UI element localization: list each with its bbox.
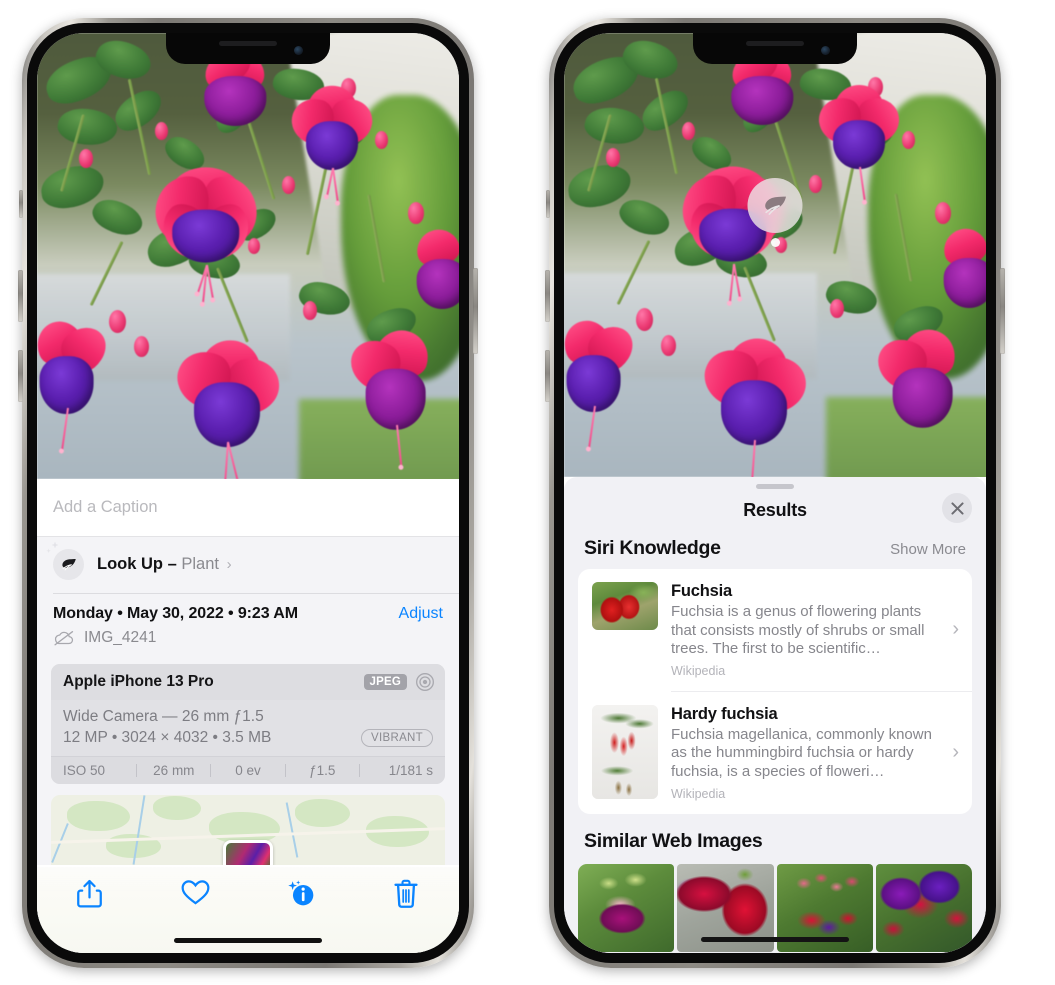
right-phone-screen: Results Siri Knowledge Show More Fuchsia…	[564, 33, 986, 953]
resolution-info: 12 MP • 3024 × 4032 • 3.5 MB	[63, 729, 272, 746]
badge-anchor-dot	[770, 238, 780, 247]
similar-web-images-title: Similar Web Images	[584, 829, 763, 852]
photo-metadata: Monday • May 30, 2022 • 9:23 AM Adjust I…	[37, 594, 459, 654]
look-up-subject: Plant	[181, 555, 219, 573]
notch-right	[693, 33, 857, 64]
results-sheet: Results Siri Knowledge Show More Fuchsia…	[564, 477, 986, 953]
exif-shutter: 1/181 s	[388, 763, 434, 778]
volume-up-left[interactable]	[18, 270, 23, 322]
result-description: Fuchsia is a genus of flowering plants t…	[671, 603, 925, 658]
photographic-style-badge: VIBRANT	[361, 729, 433, 747]
look-up-title: Look Up –	[97, 555, 177, 573]
photo-date: Monday • May 30, 2022 • 9:23 AM	[53, 605, 298, 622]
photo-viewer-right[interactable]	[564, 33, 986, 477]
aperture-icon	[416, 673, 434, 691]
photo-info-sheet: Add a Caption Look Up – Plant › Monday •…	[37, 479, 459, 953]
info-sparkle-icon	[288, 880, 314, 906]
share-icon	[77, 879, 103, 908]
chevron-right-icon[interactable]: ›	[227, 556, 232, 573]
pin-thumbnail	[226, 842, 270, 865]
front-camera-icon	[821, 46, 830, 55]
result-title: Fuchsia	[671, 582, 732, 600]
results-title: Results	[743, 499, 807, 520]
earpiece-speaker-icon	[219, 41, 277, 46]
fuchsia-photo	[564, 33, 986, 477]
mute-switch-left[interactable]	[19, 190, 23, 218]
volume-down-left[interactable]	[18, 350, 23, 402]
volume-up-right[interactable]	[545, 270, 550, 322]
show-more-button[interactable]: Show More	[890, 541, 966, 558]
results-header: Results	[564, 489, 986, 531]
look-up-row[interactable]: Look Up – Plant ›	[37, 537, 459, 593]
notch-left	[166, 33, 330, 64]
caption-input[interactable]: Add a Caption	[53, 498, 158, 517]
cloud-slash-icon	[54, 630, 74, 646]
exif-focal: 26 mm	[153, 763, 195, 778]
home-indicator[interactable]	[701, 937, 849, 942]
close-button[interactable]	[942, 493, 972, 523]
web-image-thumb[interactable]	[578, 863, 675, 952]
delete-button[interactable]	[354, 879, 460, 908]
lens-info: Wide Camera — 26 mm ƒ1.5	[63, 708, 264, 725]
photo-location-pin[interactable]	[223, 839, 273, 865]
trash-icon	[394, 879, 418, 908]
caption-row[interactable]: Add a Caption	[37, 479, 459, 537]
result-description: Fuchsia magellanica, commonly known as t…	[671, 725, 932, 780]
sparkle-icon	[46, 541, 59, 553]
close-icon	[950, 501, 964, 515]
exif-ev: 0 ev	[235, 763, 261, 778]
siri-knowledge-title: Siri Knowledge	[584, 537, 721, 559]
list-item[interactable]: Hardy fuchsia Fuchsia magellanica, commo…	[578, 692, 972, 814]
fuchsia-photo	[37, 33, 459, 479]
camera-device-name: Apple iPhone 13 Pro	[63, 673, 214, 690]
home-indicator[interactable]	[174, 938, 322, 943]
right-phone: Results Siri Knowledge Show More Fuchsia…	[545, 18, 1005, 968]
share-button[interactable]	[37, 879, 143, 909]
left-phone-screen: Add a Caption Look Up – Plant › Monday •…	[37, 33, 459, 953]
file-name: IMG_4241	[84, 629, 157, 646]
exif-aperture: ƒ1.5	[309, 763, 336, 778]
exif-body: Wide Camera — 26 mm ƒ1.5 12 MP • 3024 × …	[51, 700, 445, 756]
mute-switch-right[interactable]	[546, 190, 550, 218]
similar-web-images-header: Similar Web Images	[564, 814, 986, 859]
earpiece-speaker-icon	[746, 41, 804, 46]
info-button[interactable]	[248, 879, 354, 907]
web-image-thumb[interactable]	[875, 863, 972, 952]
location-map-card[interactable]	[51, 795, 445, 865]
leaf-icon	[764, 196, 786, 215]
power-button-right[interactable]	[1000, 268, 1005, 354]
volume-down-right[interactable]	[545, 350, 550, 402]
result-title: Hardy fuchsia	[671, 704, 778, 723]
siri-knowledge-header: Siri Knowledge Show More	[564, 531, 986, 569]
exif-iso: ISO 50	[63, 763, 106, 778]
chevron-right-icon[interactable]: ›	[952, 618, 959, 641]
photo-toolbar	[37, 867, 459, 953]
exif-card[interactable]: Apple iPhone 13 Pro JPEG Wide Camera — 2…	[51, 664, 445, 784]
leaf-icon	[46, 541, 84, 580]
exif-header: Apple iPhone 13 Pro JPEG	[51, 664, 445, 700]
favorite-button[interactable]	[143, 879, 249, 906]
result-thumbnail	[592, 704, 658, 799]
adjust-button[interactable]: Adjust	[399, 605, 443, 623]
left-phone: Add a Caption Look Up – Plant › Monday •…	[18, 18, 478, 968]
siri-knowledge-card: Fuchsia Fuchsia is a genus of flowering …	[578, 569, 972, 814]
exif-settings-row: ISO 50 26 mm 0 ev ƒ1.5 1/181 s	[51, 756, 445, 784]
result-thumbnail	[592, 582, 658, 630]
chevron-right-icon[interactable]: ›	[952, 741, 959, 764]
front-camera-icon	[294, 46, 303, 55]
list-item[interactable]: Fuchsia Fuchsia is a genus of flowering …	[578, 569, 972, 691]
format-badge: JPEG	[363, 674, 407, 690]
heart-icon	[181, 880, 210, 905]
power-button-left[interactable]	[473, 268, 478, 354]
result-source: Wikipedia	[671, 786, 726, 801]
lookup-section: Look Up – Plant › Monday • May 30, 2022 …	[37, 537, 459, 865]
screenshot-root: Add a Caption Look Up – Plant › Monday •…	[0, 0, 1055, 985]
look-up-label: Look Up – Plant ›	[97, 555, 232, 574]
result-source: Wikipedia	[671, 663, 726, 678]
photo-viewer-left[interactable]	[37, 33, 459, 479]
visual-lookup-badge[interactable]	[747, 178, 803, 247]
